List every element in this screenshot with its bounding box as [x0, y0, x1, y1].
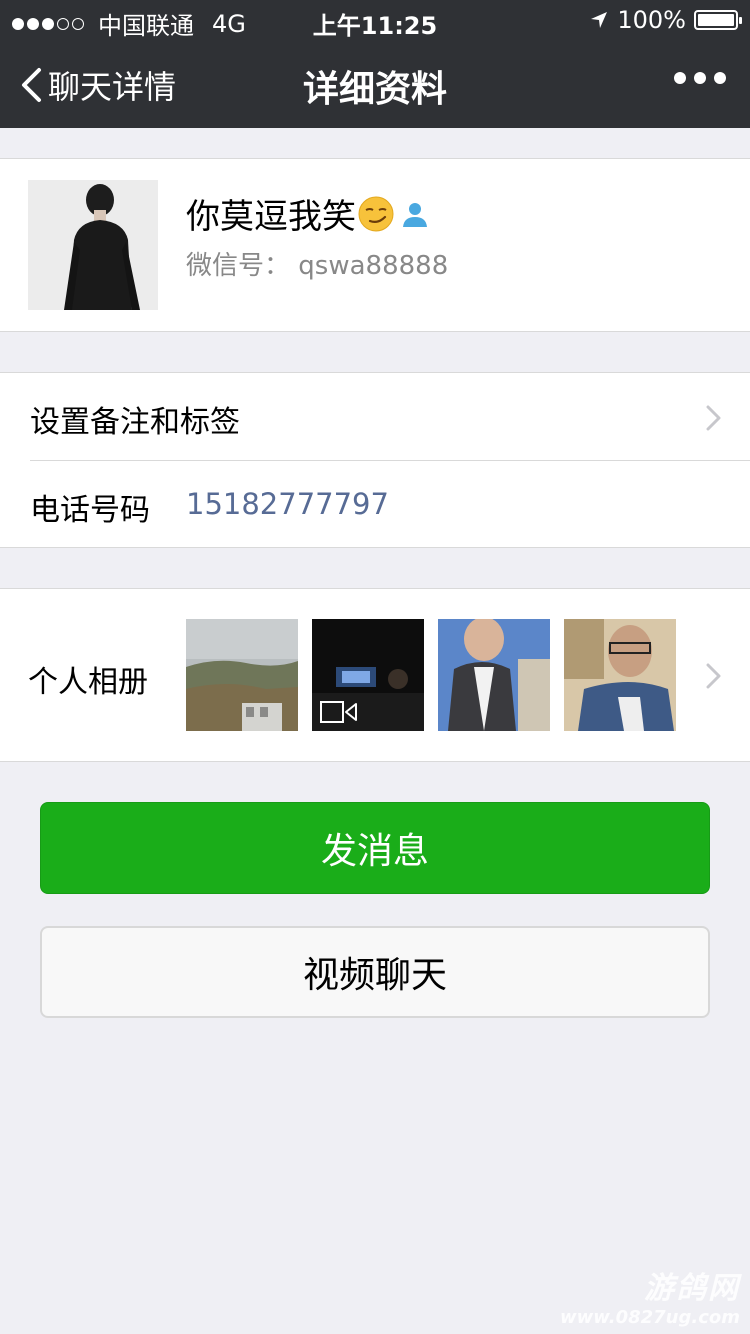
phone-number-link[interactable]: 15182777797: [186, 487, 389, 521]
wechat-id: 微信号： qswa88888: [186, 245, 448, 282]
navigation-bar: 聊天详情 详细资料: [0, 40, 750, 128]
set-remark-row[interactable]: 设置备注和标签: [0, 373, 750, 461]
phone-label: 电话号码: [30, 493, 150, 528]
contact-person-icon: [403, 202, 427, 227]
avatar-image: [28, 180, 158, 310]
avatar[interactable]: [28, 180, 158, 310]
profile-name: 你莫逗我笑: [186, 197, 356, 237]
send-message-button[interactable]: 发消息: [40, 802, 710, 894]
battery-percent: 100%: [617, 6, 686, 34]
video-chat-button[interactable]: 视频聊天: [40, 926, 710, 1018]
wechat-id-label: 微信号：: [186, 251, 291, 281]
phone-row: 电话号码 15182777797: [0, 461, 750, 549]
battery-icon: [694, 10, 742, 30]
watermark-title: 游鸽网: [644, 1271, 740, 1306]
location-arrow-icon: [591, 12, 608, 28]
video-camera-icon: [320, 701, 357, 723]
watermark: 游鸽网 www.0827ug.com: [560, 1263, 740, 1328]
album-thumbnails: [186, 619, 676, 731]
more-dot-icon: [714, 72, 726, 84]
watermark-url: www.0827ug.com: [560, 1307, 740, 1328]
album-photo[interactable]: [564, 619, 676, 731]
more-options-button[interactable]: [674, 72, 726, 84]
album-video[interactable]: [312, 619, 424, 731]
info-list: 设置备注和标签 电话号码 15182777797: [0, 372, 750, 548]
page-title: 详细资料: [302, 69, 447, 110]
personal-album-row[interactable]: 个人相册: [0, 588, 750, 762]
album-label: 个人相册: [28, 665, 148, 700]
status-bar: 中国联通 4G 上午11:25 100%: [0, 0, 750, 40]
profile-card[interactable]: 你莫逗我笑 微信号： qswa88888: [0, 158, 750, 332]
battery-level: [698, 14, 734, 26]
more-dot-icon: [694, 72, 706, 84]
profile-name-row: 你莫逗我笑: [186, 189, 430, 238]
chevron-right-icon: [706, 663, 721, 689]
chevron-right-icon: [706, 405, 721, 431]
more-dot-icon: [674, 72, 686, 84]
album-photo[interactable]: [438, 619, 550, 731]
album-photo[interactable]: [186, 619, 298, 731]
status-right: 100%: [589, 6, 742, 34]
set-remark-label: 设置备注和标签: [30, 405, 240, 440]
wechat-id-value: qswa88888: [298, 251, 449, 281]
smirk-emoji-icon: [358, 196, 394, 231]
